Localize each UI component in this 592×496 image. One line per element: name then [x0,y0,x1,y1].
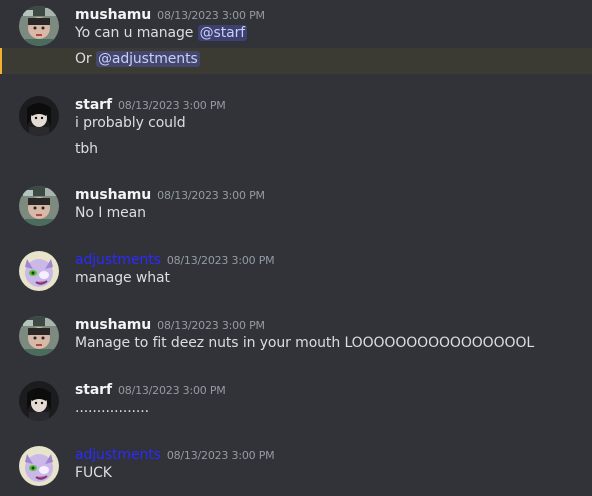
message-header: adjustments 08/13/2023 3:00 PM [75,249,275,269]
message-group: mushamu 08/13/2023 3:00 PM Yo can u manag… [0,4,592,74]
message-text: manage what [75,270,170,286]
message-header: mushamu 08/13/2023 3:00 PM [75,4,265,24]
adjustments-avatar-icon [19,446,59,486]
message-text: Yo can u manage [75,25,198,41]
avatar[interactable] [19,96,59,136]
avatar[interactable] [19,251,59,291]
mushamu-avatar-icon [19,6,59,46]
user-mention[interactable]: @starf [197,25,248,41]
timestamp: 08/13/2023 3:00 PM [117,384,226,397]
timestamp: 08/13/2023 3:00 PM [166,449,275,462]
message-group: adjustments 08/13/2023 3:00 PM FUCK [0,444,592,490]
avatar[interactable] [19,6,59,46]
message-header: adjustments 08/13/2023 3:00 PM [75,444,275,464]
timestamp: 08/13/2023 3:00 PM [117,99,226,112]
timestamp: 08/13/2023 3:00 PM [157,189,265,202]
adjustments-avatar-icon [19,251,59,291]
author-name[interactable]: mushamu [75,317,151,333]
chat-messages: mushamu 08/13/2023 3:00 PM Yo can u manag… [0,0,592,496]
message-text: ................. [75,400,149,416]
message-group: mushamu 08/13/2023 3:00 PM Manage to fit … [0,314,592,360]
avatar[interactable] [19,186,59,226]
message-header: starf 08/13/2023 3:00 PM [75,379,226,399]
timestamp: 08/13/2023 3:00 PM [157,9,265,22]
avatar[interactable] [19,381,59,421]
timestamp: 08/13/2023 3:00 PM [166,254,275,267]
message-text: Or [75,51,96,67]
message-line: Or @adjustments [75,51,200,67]
mushamu-avatar-icon [19,186,59,226]
message-line: Yo can u manage @starf [75,25,248,41]
author-name[interactable]: mushamu [75,7,151,23]
author-name[interactable]: adjustments [75,447,161,463]
message-text: No I mean [75,205,146,221]
avatar[interactable] [19,446,59,486]
message-header: starf 08/13/2023 3:00 PM [75,94,226,114]
author-name[interactable]: mushamu [75,187,151,203]
user-mention[interactable]: @adjustments [95,51,200,67]
message-text: Manage to fit deez nuts in your mouth LO… [75,335,535,351]
starf-avatar-icon [19,96,59,136]
starf-avatar-icon [19,381,59,421]
author-name[interactable]: adjustments [75,252,161,268]
message-header: mushamu 08/13/2023 3:00 PM [75,184,265,204]
author-name[interactable]: starf [75,382,112,398]
message-group: mushamu 08/13/2023 3:00 PM No I mean [0,184,592,230]
message-text: i probably could [75,115,186,131]
author-name[interactable]: starf [75,97,112,113]
message-group: adjustments 08/13/2023 3:00 PM manage wha… [0,249,592,295]
timestamp: 08/13/2023 3:00 PM [157,319,265,332]
avatar[interactable] [19,316,59,356]
mushamu-avatar-icon [19,316,59,356]
message-header: mushamu 08/13/2023 3:00 PM [75,314,265,334]
message-text: FUCK [75,465,112,481]
message-text: tbh [75,141,98,157]
message-group: starf 08/13/2023 3:00 PM ................… [0,379,592,425]
message-group: starf 08/13/2023 3:00 PM i probably could… [0,94,592,164]
